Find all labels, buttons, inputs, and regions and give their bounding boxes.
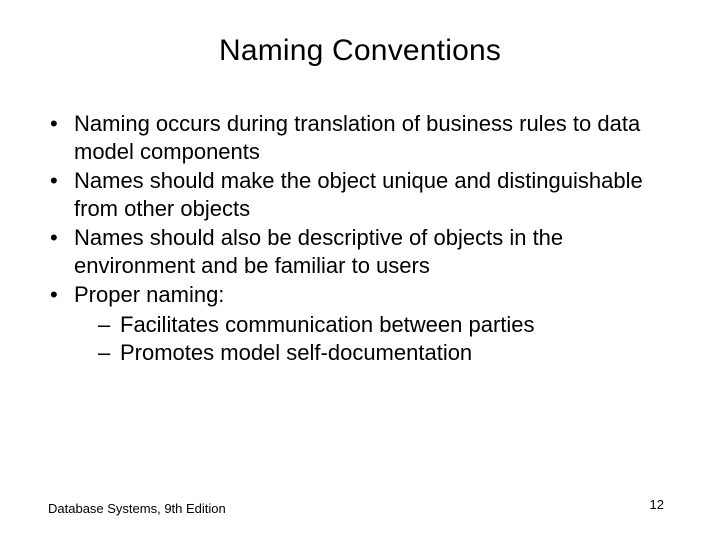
list-item: Facilitates communication between partie… [98,311,672,339]
bullet-text: Names should also be descriptive of obje… [74,225,563,278]
bullet-list: Naming occurs during translation of busi… [48,110,672,367]
sub-bullet-list: Facilitates communication between partie… [74,311,672,367]
footer-page-number: 12 [650,497,664,512]
footer-source: Database Systems, 9th Edition [48,501,226,516]
slide-body: Naming occurs during translation of busi… [48,110,672,367]
list-item: Promotes model self-documentation [98,339,672,367]
list-item: Names should make the object unique and … [48,167,672,222]
list-item: Proper naming: Facilitates communication… [48,281,672,367]
slide-container: Naming Conventions Naming occurs during … [0,0,720,540]
sub-bullet-text: Promotes model self-documentation [120,340,472,365]
list-item: Names should also be descriptive of obje… [48,224,672,279]
bullet-text: Names should make the object unique and … [74,168,643,221]
bullet-text: Proper naming: [74,282,224,307]
bullet-text: Naming occurs during translation of busi… [74,111,640,164]
sub-bullet-text: Facilitates communication between partie… [120,312,535,337]
list-item: Naming occurs during translation of busi… [48,110,672,165]
slide-title: Naming Conventions [48,34,672,68]
